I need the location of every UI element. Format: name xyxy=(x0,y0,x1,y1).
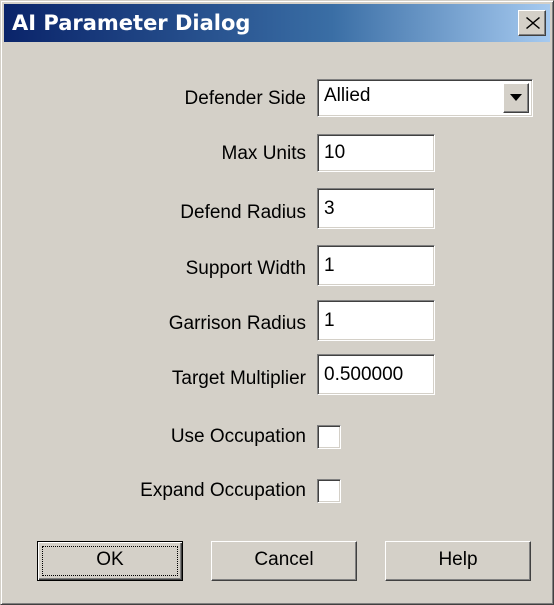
support-width-input-field[interactable] xyxy=(317,245,435,286)
title-bar[interactable]: AI Parameter Dialog xyxy=(4,4,550,42)
use-occupation-label: Use Occupation xyxy=(170,426,306,447)
defender-side-label: Defender Side xyxy=(184,88,306,109)
max-units-input-field[interactable] xyxy=(317,134,435,172)
help-button-label: Help xyxy=(438,549,478,570)
ok-button-label: OK xyxy=(96,549,124,570)
max-units-input[interactable] xyxy=(321,138,431,168)
defend-radius-label: Defend Radius xyxy=(180,202,306,223)
defender-side-value: Allied xyxy=(324,85,371,106)
target-multiplier-label: Target Multiplier xyxy=(171,368,306,389)
use-occupation-checkbox[interactable] xyxy=(317,425,341,449)
chevron-down-icon xyxy=(510,94,522,101)
cancel-button[interactable]: Cancel xyxy=(211,541,357,581)
dropdown-button[interactable] xyxy=(503,83,529,113)
cancel-button-label: Cancel xyxy=(254,549,314,570)
defender-side-select[interactable]: Allied xyxy=(317,79,533,117)
close-button[interactable] xyxy=(518,10,546,36)
target-multiplier-input-field[interactable] xyxy=(317,354,435,395)
support-width-input[interactable] xyxy=(321,249,431,282)
dialog-title: AI Parameter Dialog xyxy=(12,11,251,35)
garrison-radius-input[interactable] xyxy=(321,304,431,337)
target-multiplier-input[interactable] xyxy=(321,358,431,391)
dialog-window: AI Parameter Dialog Defender Side Allied… xyxy=(0,0,554,605)
expand-occupation-checkbox[interactable] xyxy=(317,479,341,503)
defend-radius-input-field[interactable] xyxy=(317,188,435,229)
defend-radius-input[interactable] xyxy=(321,192,431,225)
ok-button[interactable]: OK xyxy=(37,541,183,581)
garrison-radius-label: Garrison Radius xyxy=(168,313,306,334)
max-units-label: Max Units xyxy=(221,143,306,164)
close-icon xyxy=(526,17,540,29)
expand-occupation-label: Expand Occupation xyxy=(140,480,306,501)
help-button[interactable]: Help xyxy=(385,541,531,581)
garrison-radius-input-field[interactable] xyxy=(317,300,435,341)
support-width-label: Support Width xyxy=(185,258,306,279)
